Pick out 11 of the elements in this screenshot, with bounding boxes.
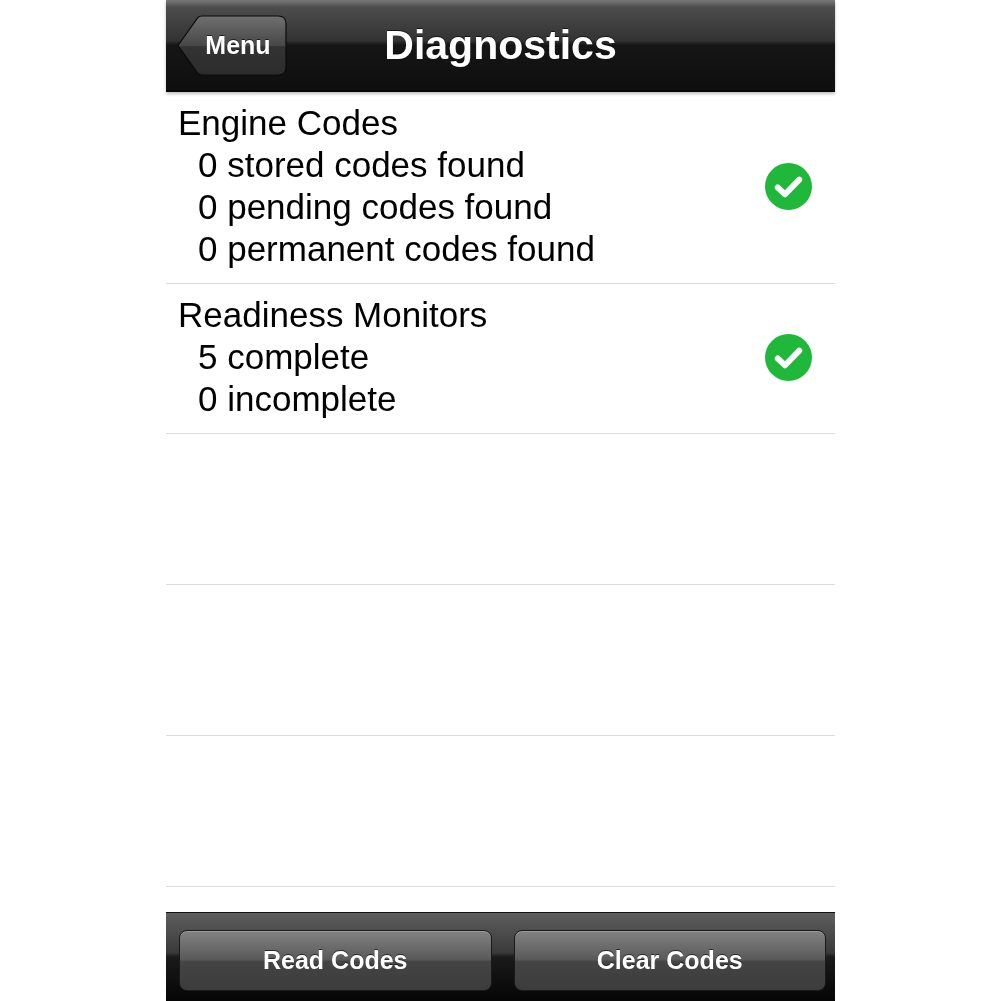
status-line: 0 incomplete: [197, 378, 398, 420]
status-line: 0 stored codes found: [197, 144, 526, 186]
status-line: 0 permanent codes found: [197, 228, 595, 270]
back-button[interactable]: Menu: [177, 14, 287, 76]
status-line: 5 complete: [197, 336, 371, 378]
section-title: Engine Codes: [178, 102, 399, 144]
toolbar-button[interactable]: Clear Codes: [513, 930, 826, 991]
screen-title: Diagnostics: [384, 21, 617, 69]
status-line: 0 pending codes found: [197, 186, 554, 228]
toolbar-button[interactable]: Read Codes: [179, 930, 492, 991]
section-title: Readiness Monitors: [178, 294, 488, 336]
